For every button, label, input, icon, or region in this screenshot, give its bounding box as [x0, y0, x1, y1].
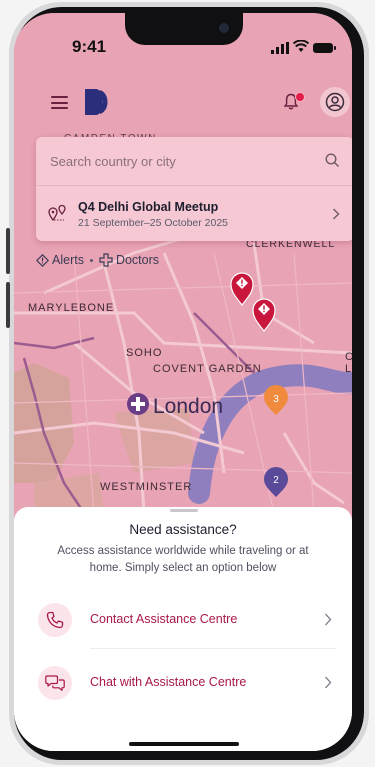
area-label-soho: SOHO — [126, 347, 162, 359]
chevron-right-icon — [325, 613, 332, 626]
status-time: 9:41 — [72, 37, 107, 56]
sheet-description: Access assistance worldwide while travel… — [57, 545, 309, 574]
home-indicator[interactable] — [129, 742, 239, 746]
option-divider — [90, 648, 336, 649]
svg-text:L: L — [345, 363, 351, 375]
side-button-volume — [6, 228, 10, 274]
battery-icon — [313, 43, 336, 53]
sheet-handle[interactable] — [170, 509, 198, 512]
area-label-westminster: WESTMINSTER — [100, 481, 192, 493]
camera-icon — [219, 23, 229, 33]
area-label-marylebone: MARYLEBONE — [28, 302, 114, 314]
svg-text:C: C — [345, 351, 352, 363]
search-input[interactable] — [48, 152, 312, 170]
filter-alerts[interactable]: Alerts — [36, 253, 84, 267]
route-pins-icon — [48, 204, 66, 222]
chat-assistance-label: Chat with Assistance Centre — [90, 675, 247, 689]
city-label-london: London — [153, 395, 223, 418]
chevron-right-icon — [333, 208, 340, 220]
chat-assistance-option[interactable]: Chat with Assistance Centre — [38, 662, 338, 704]
contact-assistance-option[interactable]: Contact Assistance Centre — [38, 599, 338, 641]
status-bar: 9:41 — [14, 13, 352, 63]
chat-bubbles-icon — [38, 666, 72, 700]
sheet-title: Need assistance? — [129, 522, 237, 537]
wifi-icon — [293, 40, 309, 52]
app-screen: CAMDEN TOWN CLERKENWELL MARYLEBONE SOHO … — [14, 13, 352, 751]
signal-icon — [271, 42, 289, 54]
side-button-volume-down — [6, 282, 10, 328]
brand-logo — [85, 89, 108, 115]
search-icon[interactable] — [325, 153, 340, 168]
menu-icon[interactable] — [51, 96, 68, 109]
alert-diamond-icon — [36, 253, 49, 267]
event-title: Q4 Delhi Global Meetup — [78, 200, 219, 214]
area-label-covent-garden: COVENT GARDEN — [153, 363, 262, 375]
separator-dot — [89, 258, 93, 262]
medical-cross-icon — [99, 253, 113, 267]
search-card: Q4 Delhi Global Meetup 21 September–25 O… — [36, 137, 352, 241]
event-item[interactable]: Q4 Delhi Global Meetup 21 September–25 O… — [36, 186, 352, 241]
chevron-right-icon — [325, 676, 332, 689]
map-filters: Alerts Doctors — [36, 253, 159, 267]
dynamic-island — [125, 13, 243, 45]
cluster-count: 2 — [273, 475, 279, 486]
notification-badge — [295, 92, 305, 102]
profile-button[interactable] — [320, 87, 350, 117]
filter-doctors-label: Doctors — [115, 253, 160, 267]
user-icon — [325, 92, 345, 112]
assistance-sheet: Need assistance? Access assistance world… — [14, 507, 352, 751]
search-bar — [36, 137, 352, 186]
phone-icon — [38, 603, 72, 637]
filter-doctors[interactable]: Doctors — [99, 253, 159, 267]
london-city-marker[interactable] — [127, 393, 149, 415]
filter-alerts-label: Alerts — [52, 253, 84, 267]
event-dates: 21 September–25 October 2025 — [78, 217, 229, 229]
app-header — [14, 83, 352, 123]
cluster-count: 3 — [273, 394, 279, 405]
contact-assistance-label: Contact Assistance Centre — [90, 612, 238, 626]
